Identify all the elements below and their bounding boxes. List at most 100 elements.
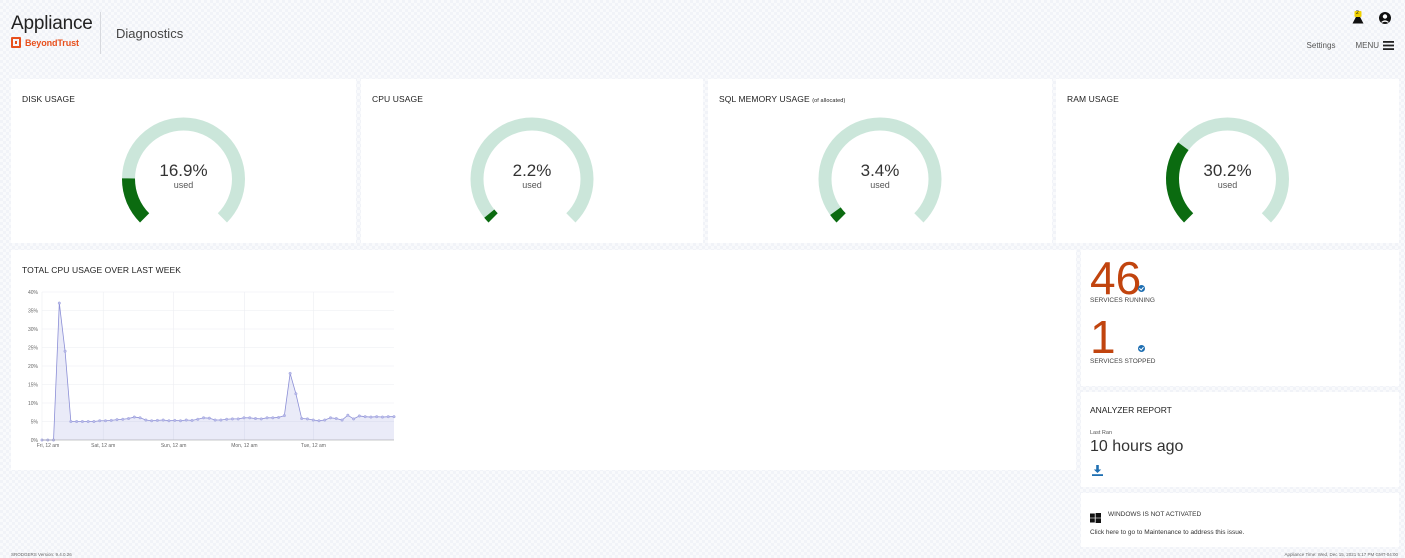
- data-point[interactable]: [75, 420, 79, 423]
- data-point[interactable]: [369, 415, 373, 419]
- windows-title: WINDOWS IS NOT ACTIVATED: [1108, 511, 1202, 518]
- data-point[interactable]: [254, 417, 257, 420]
- data-point[interactable]: [248, 416, 252, 420]
- app-title: Appliance: [11, 13, 93, 34]
- data-point[interactable]: [392, 415, 396, 419]
- x-tick-label: Tue, 12 am: [301, 443, 326, 449]
- y-tick-label: 30%: [28, 327, 39, 333]
- data-point[interactable]: [305, 417, 309, 421]
- footer-appliance-time: Appliance Time: Wed, Dec 15, 2021 5:17 P…: [1284, 552, 1398, 557]
- data-point[interactable]: [311, 418, 315, 422]
- data-point[interactable]: [69, 420, 73, 423]
- data-point[interactable]: [127, 417, 131, 420]
- y-tick-label: 40%: [28, 290, 39, 296]
- card-title: CPU USAGE: [372, 94, 423, 104]
- data-point[interactable]: [144, 418, 148, 422]
- data-point[interactable]: [242, 416, 246, 420]
- settings-link[interactable]: Settings: [1307, 41, 1336, 50]
- alert-icon[interactable]: 2: [1351, 10, 1365, 25]
- data-point[interactable]: [161, 418, 165, 422]
- data-point[interactable]: [219, 418, 223, 422]
- data-point[interactable]: [63, 349, 67, 353]
- data-point[interactable]: [132, 415, 136, 419]
- data-point[interactable]: [109, 418, 113, 422]
- x-tick-label: Sun, 12 am: [161, 443, 187, 449]
- gauge-percent: 16.9%: [159, 161, 208, 180]
- gauge-used-label: used: [1217, 180, 1238, 190]
- data-point[interactable]: [346, 413, 350, 417]
- logo-mark-icon: [11, 37, 21, 48]
- data-point[interactable]: [334, 417, 338, 420]
- data-point[interactable]: [329, 416, 332, 420]
- download-icon[interactable]: [1092, 463, 1103, 476]
- menu-button[interactable]: MENU: [1355, 41, 1394, 50]
- cpu-usage-card: CPU USAGE 2.2% used: [361, 79, 703, 243]
- data-point[interactable]: [323, 418, 327, 422]
- x-tick-label: Fri, 12 am: [37, 443, 60, 449]
- data-point[interactable]: [57, 301, 61, 305]
- data-point[interactable]: [173, 418, 177, 422]
- data-point[interactable]: [207, 416, 211, 420]
- data-point[interactable]: [317, 419, 321, 423]
- data-point[interactable]: [150, 419, 154, 423]
- gauge-used-label: used: [522, 180, 542, 190]
- data-point[interactable]: [167, 419, 171, 423]
- card-title: RAM USAGE: [1067, 94, 1119, 104]
- top-icons: 2: [1351, 10, 1392, 25]
- data-point[interactable]: [138, 416, 142, 420]
- y-tick-label: 35%: [28, 308, 39, 314]
- data-point[interactable]: [196, 417, 200, 421]
- data-point[interactable]: [104, 419, 107, 423]
- header: Appliance BeyondTrust Diagnostics 2 Sett…: [0, 0, 1405, 68]
- data-point[interactable]: [230, 417, 234, 421]
- data-point[interactable]: [184, 418, 188, 422]
- data-point[interactable]: [363, 415, 367, 419]
- data-point[interactable]: [357, 414, 361, 418]
- data-point[interactable]: [386, 415, 390, 419]
- data-point[interactable]: [282, 414, 286, 418]
- windows-activation-card[interactable]: WINDOWS IS NOT ACTIVATED Click here to g…: [1081, 493, 1399, 547]
- data-point[interactable]: [236, 417, 240, 421]
- analyzer-report-card: ANALYZER REPORT Last Ran 10 hours ago: [1081, 392, 1399, 487]
- ram-usage-card: RAM USAGE 30.2% used: [1056, 79, 1399, 243]
- user-account-icon[interactable]: [1378, 11, 1392, 25]
- top-right-links: Settings MENU: [1307, 41, 1394, 50]
- data-point[interactable]: [288, 371, 292, 375]
- data-point[interactable]: [294, 392, 298, 396]
- data-point[interactable]: [225, 417, 229, 421]
- brand[interactable]: Appliance BeyondTrust: [11, 13, 93, 48]
- data-point[interactable]: [92, 420, 96, 423]
- data-point[interactable]: [213, 418, 217, 422]
- footer-version: SRODGERS Version: 9.4.0.26: [11, 552, 72, 557]
- data-point[interactable]: [277, 415, 281, 419]
- menu-label: MENU: [1355, 41, 1379, 50]
- data-point[interactable]: [179, 419, 182, 423]
- services-running-count[interactable]: 46: [1090, 255, 1141, 301]
- data-point[interactable]: [259, 417, 263, 421]
- cpu-usage-week-card: TOTAL CPU USAGE OVER LAST WEEK 0% 5% 10% 15…: [11, 250, 1076, 470]
- gauge-used-label: used: [870, 180, 890, 190]
- data-point[interactable]: [265, 416, 269, 420]
- data-point[interactable]: [190, 418, 194, 422]
- data-point[interactable]: [155, 418, 159, 422]
- gauge-percent: 30.2%: [1203, 161, 1252, 180]
- gauge-fill: [484, 209, 498, 223]
- data-point[interactable]: [300, 417, 304, 420]
- data-point[interactable]: [381, 415, 384, 419]
- services-stopped-count[interactable]: 1: [1090, 314, 1116, 360]
- maintenance-link[interactable]: Click here to go to Maintenance to addre…: [1090, 529, 1244, 536]
- brand-name: BeyondTrust: [25, 37, 79, 48]
- data-point[interactable]: [271, 416, 275, 420]
- data-point[interactable]: [98, 419, 102, 423]
- data-point[interactable]: [115, 418, 119, 422]
- services-running-label: SERVICES RUNNING: [1090, 297, 1155, 304]
- hamburger-icon: [1383, 41, 1394, 50]
- data-point[interactable]: [202, 416, 206, 420]
- data-point[interactable]: [86, 420, 90, 423]
- analyzer-title: ANALYZER REPORT: [1090, 405, 1172, 415]
- data-point[interactable]: [121, 417, 125, 421]
- data-point[interactable]: [340, 418, 344, 422]
- data-point[interactable]: [80, 420, 84, 423]
- data-point[interactable]: [375, 415, 379, 419]
- data-point[interactable]: [352, 417, 356, 421]
